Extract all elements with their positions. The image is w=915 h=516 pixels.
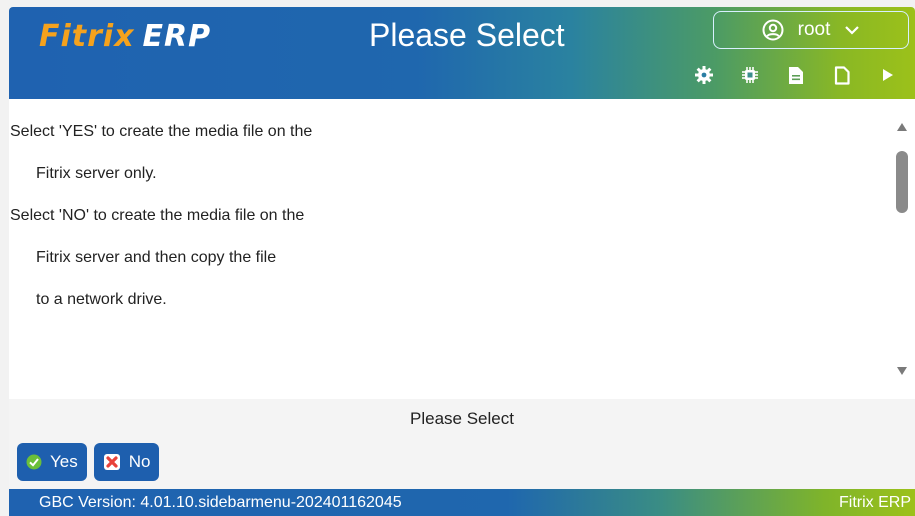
action-buttons: Yes No xyxy=(17,443,160,481)
message-text: Select 'YES' to create the media file on… xyxy=(9,111,869,321)
triangle-up-icon xyxy=(897,123,907,131)
version-text: GBC Version: 4.01.10.sidebarmenu-2024011… xyxy=(39,494,402,511)
processor-button[interactable] xyxy=(727,61,773,89)
scroll-down-button[interactable] xyxy=(889,361,915,381)
toolbar xyxy=(681,61,911,89)
logo-suffix: ERP xyxy=(142,19,212,54)
scroll-thumb[interactable] xyxy=(896,151,908,213)
message-line: Select 'YES' to create the media file on… xyxy=(10,123,313,140)
user-menu-button[interactable]: root xyxy=(713,11,909,49)
document-filled-icon xyxy=(788,66,804,85)
document-outline-icon xyxy=(834,65,850,85)
vertical-scrollbar[interactable] xyxy=(889,99,915,399)
status-bar: GBC Version: 4.01.10.sidebarmenu-2024011… xyxy=(9,489,915,516)
play-icon xyxy=(882,68,894,82)
scroll-up-button[interactable] xyxy=(889,117,915,137)
app-window: Fitrix ERP Please Select root Select 'YE… xyxy=(9,7,915,516)
new-document-button[interactable] xyxy=(819,61,865,89)
run-button[interactable] xyxy=(865,61,911,89)
message-line: Fitrix server only. xyxy=(36,165,157,182)
no-button[interactable]: No xyxy=(93,443,160,481)
check-icon xyxy=(26,454,42,470)
settings-button[interactable] xyxy=(681,61,727,89)
footer-brand: Fitrix ERP xyxy=(839,494,911,511)
user-name: root xyxy=(797,19,831,40)
user-icon xyxy=(762,19,784,41)
x-icon xyxy=(103,453,121,471)
header-bar: Fitrix ERP Please Select root xyxy=(9,7,915,99)
gear-icon xyxy=(694,65,714,85)
message-panel: Select 'YES' to create the media file on… xyxy=(9,99,915,399)
logo-brand: Fitrix xyxy=(39,19,135,54)
triangle-down-icon xyxy=(897,367,907,375)
chevron-down-icon xyxy=(844,25,860,35)
yes-button-label: Yes xyxy=(50,452,78,471)
chip-icon xyxy=(741,66,759,84)
message-line: Select 'NO' to create the media file on … xyxy=(10,207,305,224)
yes-button[interactable]: Yes xyxy=(17,443,87,481)
prompt-label: Please Select xyxy=(410,409,514,428)
page-title: Please Select xyxy=(369,17,565,53)
message-line: to a network drive. xyxy=(36,291,167,308)
report-button[interactable] xyxy=(773,61,819,89)
fitrix-logo: Fitrix ERP xyxy=(39,17,211,57)
message-line: Fitrix server and then copy the file xyxy=(36,249,277,266)
no-button-label: No xyxy=(128,452,151,471)
